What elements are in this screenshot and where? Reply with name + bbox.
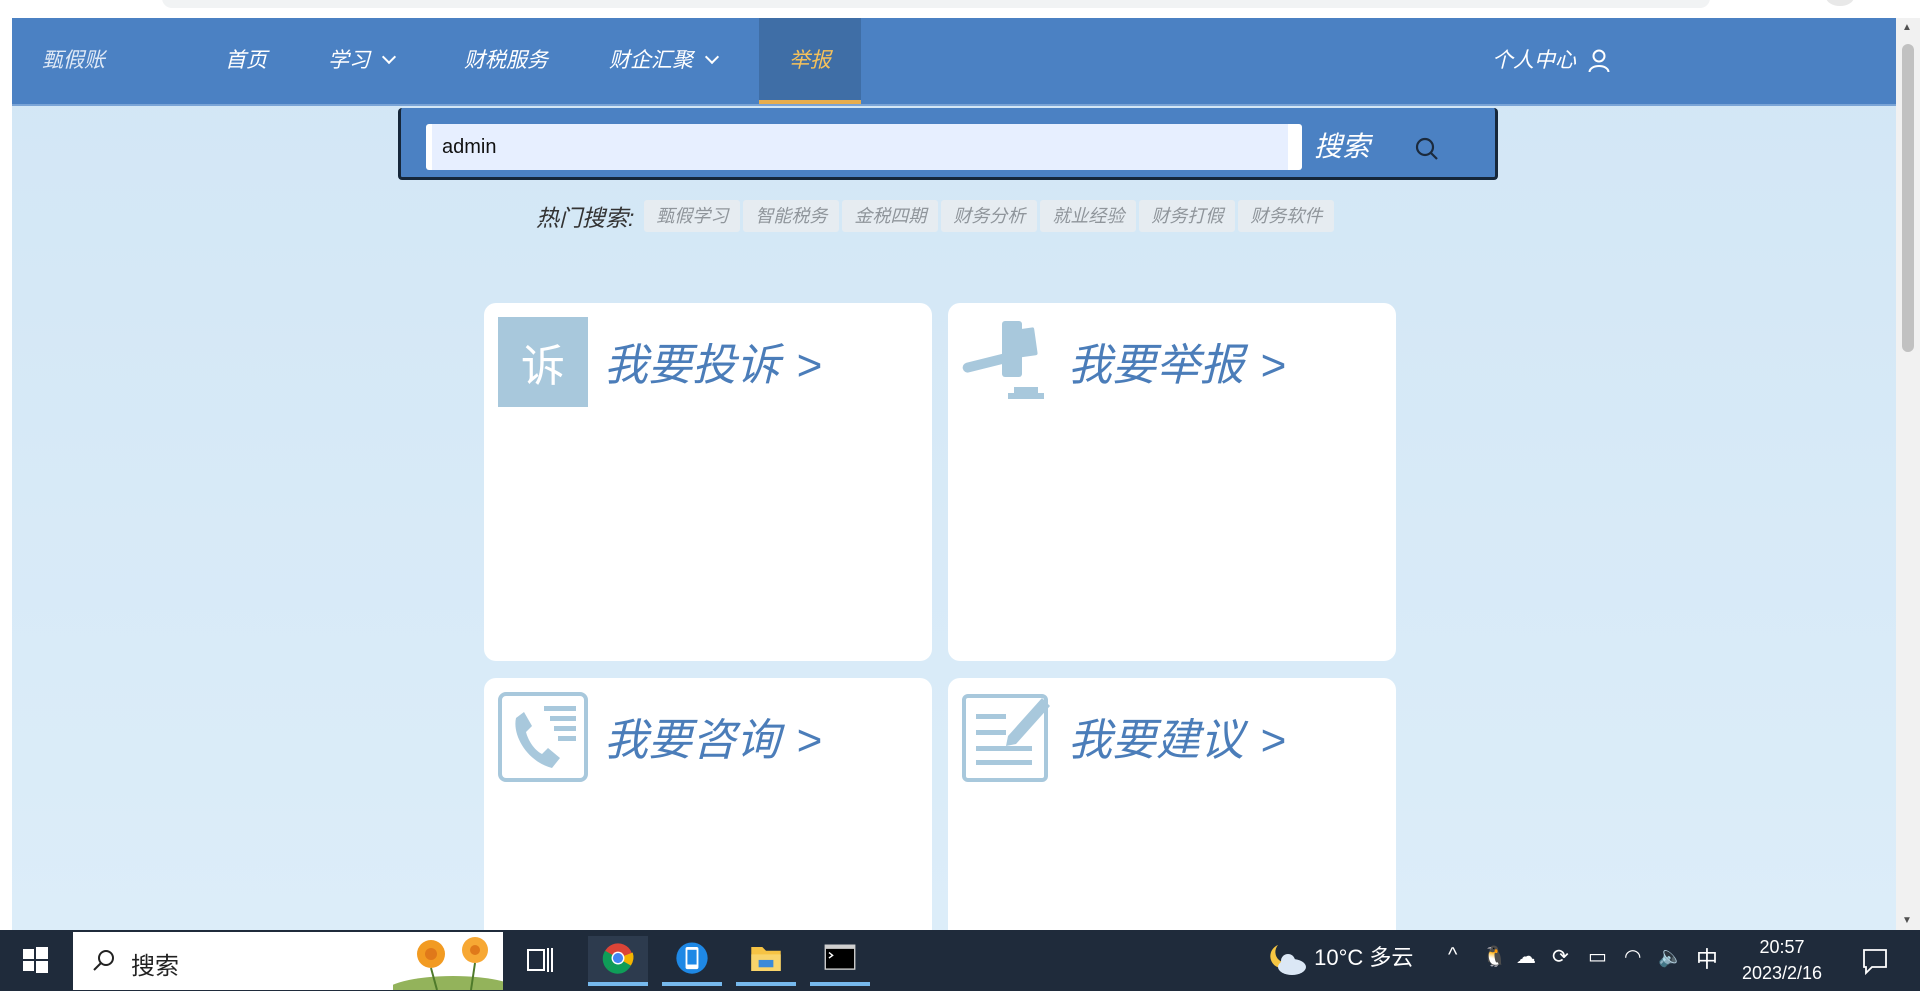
weather-text: 10°C 多云 — [1314, 945, 1414, 970]
complaint-icon-text: 诉 — [521, 342, 565, 391]
chevron-down-icon — [381, 49, 397, 65]
hot-search-tag[interactable]: 金税四期 — [842, 200, 939, 232]
consult-link[interactable]: 我要咨询 > — [604, 704, 822, 768]
search-input[interactable] — [426, 124, 1302, 170]
nav-item-home[interactable]: 首页 — [225, 18, 267, 104]
windows-taskbar: 搜索 10°C 多云 ^ 🐧 ☁ ⟳ ▭ ◠ 🔈 中 20:57 2023/2/… — [0, 930, 1920, 991]
notification-center-icon[interactable] — [1860, 946, 1890, 976]
terminal-icon[interactable] — [810, 936, 870, 986]
update-icon[interactable]: ⟳ — [1552, 944, 1569, 969]
complaint-icon: 诉 — [498, 317, 588, 407]
task-view-icon[interactable] — [510, 936, 570, 986]
user-center-label: 个人中心 — [1492, 49, 1576, 72]
windows-start-icon[interactable] — [0, 930, 70, 991]
taskbar-search-box[interactable]: 搜索 — [73, 932, 503, 990]
nav-item-study[interactable]: 学习 — [328, 18, 397, 104]
search-button-label: 搜索 — [1314, 131, 1371, 162]
report-card[interactable]: 我要举报 > — [948, 303, 1396, 661]
onedrive-icon[interactable]: ☁ — [1516, 944, 1536, 969]
search-button[interactable]: 搜索 — [1314, 124, 1454, 170]
weather-widget[interactable]: 10°C 多云 — [1268, 940, 1413, 977]
battery-icon[interactable]: ▭ — [1588, 944, 1607, 969]
suggestion-card[interactable]: 我要建议 > — [948, 678, 1396, 930]
card-arrow: > — [1260, 716, 1286, 765]
nav-item-enterprise-hub-label: 财企汇聚 — [609, 49, 693, 72]
flower-illustration-icon — [393, 937, 503, 990]
top-navigation: 甄假账 首页 学习 财税服务 财企汇聚 举报 个人中心 — [12, 18, 1896, 106]
hot-search-tag[interactable]: 甄假学习 — [644, 200, 741, 232]
site-logo[interactable]: 甄假账 — [42, 18, 105, 104]
chevron-down-icon — [704, 49, 720, 65]
card-arrow: > — [796, 341, 822, 390]
nav-item-report[interactable]: 举报 — [759, 18, 861, 104]
complaint-link[interactable]: 我要投诉 > — [604, 329, 822, 393]
report-link[interactable]: 我要举报 > — [1068, 329, 1286, 393]
address-bar[interactable] — [162, 0, 1710, 8]
hot-search-label: 热门搜索: — [536, 205, 635, 231]
user-icon — [1588, 49, 1610, 73]
search-icon — [93, 950, 114, 971]
clock-date: 2023/2/16 — [1741, 963, 1823, 983]
user-center-link[interactable]: 个人中心 — [1492, 18, 1610, 104]
search-icon — [1415, 137, 1438, 160]
page-viewport: 甄假账 首页 学习 财税服务 财企汇聚 举报 个人中心 搜索 热门搜索: 甄假学… — [12, 18, 1896, 930]
card-title: 我要举报 — [1068, 341, 1244, 390]
hot-search-tag[interactable]: 财务软件 — [1238, 200, 1335, 232]
ime-indicator[interactable]: 中 — [1696, 942, 1718, 974]
hot-search-tag[interactable]: 就业经验 — [1040, 200, 1137, 232]
nav-item-enterprise-hub[interactable]: 财企汇聚 — [609, 18, 720, 104]
taskbar-search-text: 搜索 — [131, 953, 179, 980]
complaint-card[interactable]: 诉 我要投诉 > — [484, 303, 932, 661]
scrollbar-thumb[interactable] — [1902, 44, 1914, 352]
system-clock[interactable]: 20:57 2023/2/16 — [1734, 934, 1830, 986]
card-title: 我要建议 — [1068, 716, 1244, 765]
file-explorer-icon[interactable] — [736, 936, 796, 986]
nav-item-study-label: 学习 — [328, 49, 370, 72]
chrome-icon[interactable] — [588, 936, 648, 986]
scroll-down-icon[interactable]: ▼ — [1902, 915, 1912, 926]
wifi-icon[interactable]: ◠ — [1624, 944, 1641, 969]
show-hidden-icons-icon[interactable]: ^ — [1448, 944, 1457, 967]
clock-time: 20:57 — [1759, 937, 1805, 957]
card-arrow: > — [796, 716, 822, 765]
card-title: 我要投诉 — [604, 341, 780, 390]
phone-icon — [498, 692, 588, 782]
cloudy-moon-icon — [1270, 945, 1306, 976]
volume-icon[interactable]: 🔈 — [1658, 944, 1683, 969]
suggestion-link[interactable]: 我要建议 > — [1068, 704, 1286, 768]
browser-top-bar — [0, 0, 1920, 18]
scroll-up-icon[interactable]: ▲ — [1902, 22, 1912, 33]
page-scrollbar[interactable]: ▲ ▼ — [1896, 18, 1920, 930]
card-arrow: > — [1260, 341, 1286, 390]
hot-search-tag[interactable]: 财务打假 — [1139, 200, 1236, 232]
hot-searches: 热门搜索: 甄假学习 智能税务 金税四期 财务分析 就业经验 财务打假 财务软件 — [536, 198, 1337, 234]
card-title: 我要咨询 — [604, 716, 780, 765]
phone-app-icon[interactable] — [662, 936, 722, 986]
qq-icon[interactable]: 🐧 — [1482, 944, 1507, 969]
hot-search-tag[interactable]: 财务分析 — [941, 200, 1038, 232]
consult-card[interactable]: 我要咨询 > — [484, 678, 932, 930]
profile-icon[interactable] — [1826, 0, 1854, 6]
gavel-icon — [962, 321, 1044, 399]
nav-item-tax-services[interactable]: 财税服务 — [464, 18, 548, 104]
hot-search-tag[interactable]: 智能税务 — [743, 200, 840, 232]
edit-document-icon — [962, 694, 1050, 782]
